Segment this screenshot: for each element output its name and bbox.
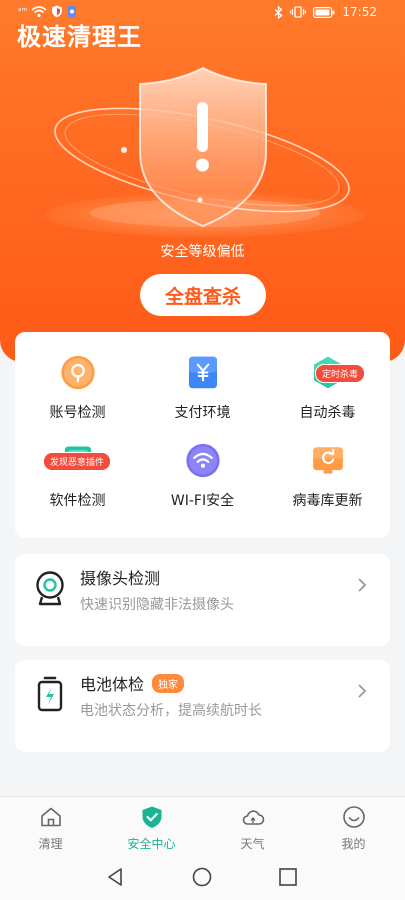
chevron-right-icon — [358, 578, 367, 592]
camera-card-title: 摄像头检测 — [80, 569, 161, 588]
feature-auto-antivirus[interactable]: 定时杀毒 自动杀毒 — [265, 332, 390, 422]
feature-label: 自动杀毒 — [299, 405, 356, 421]
malicious-plugin-badge: 发现恶意插件 — [43, 452, 112, 471]
feature-label: 支付环境 — [174, 405, 231, 421]
feature-label: 软件检测 — [49, 493, 106, 509]
vibrate-icon — [290, 6, 307, 18]
battery-check-card[interactable]: 电池体检 独家 电池状态分析，提高续航时长 — [15, 660, 390, 752]
clock: 17:52 — [342, 5, 377, 19]
tab-weather[interactable]: 天气 — [202, 805, 303, 852]
tab-label: 清理 — [38, 837, 63, 851]
tab-label: 安全中心 — [127, 837, 176, 851]
battery-status-icon — [313, 6, 335, 18]
camera-detection-card[interactable]: 摄像头检测 快速识别隐藏非法摄像头 — [15, 554, 390, 646]
shield-check-icon — [142, 806, 161, 828]
tab-label: 天气 — [240, 837, 265, 851]
recents-icon[interactable] — [277, 866, 299, 888]
wifi-icon — [185, 443, 220, 478]
signal-icon: ᵃᵐ — [18, 6, 28, 17]
battery-card-subtitle: 电池状态分析，提高续航时长 — [80, 703, 262, 719]
camera-icon — [36, 571, 64, 606]
security-level-text: 安全等级偏低 — [160, 244, 245, 260]
feature-label: WI-FI安全 — [170, 493, 235, 509]
tab-mine[interactable]: 我的 — [303, 805, 404, 852]
bottom-tab-bar: 清理 安全中心 天气 我的 — [0, 796, 405, 852]
wifi-status-icon — [31, 5, 47, 17]
full-scan-button[interactable]: 全盘查杀 — [140, 274, 266, 316]
hero-header: ᵃᵐ 17:52 极速清理王 安全等级偏低 全盘查杀 — [0, 0, 405, 362]
home-icon — [40, 807, 61, 827]
camera-card-subtitle: 快速识别隐藏非法摄像头 — [80, 597, 234, 613]
home-nav-icon[interactable] — [191, 866, 213, 888]
back-icon[interactable] — [104, 866, 126, 888]
app-title: 极速清理王 — [17, 23, 142, 51]
feature-grid: 账号检测 支付环境 定时杀毒 自动杀毒 发现恶意插件 软件检测 WI-FI安全 … — [15, 332, 390, 538]
yuan-icon — [188, 356, 217, 389]
tab-clean[interactable]: 清理 — [0, 805, 101, 852]
feature-virus-db-update[interactable]: 病毒库更新 — [265, 420, 390, 510]
feature-wifi-security[interactable]: WI-FI安全 — [140, 420, 265, 510]
refresh-monitor-icon — [312, 447, 343, 474]
smile-icon — [342, 806, 365, 828]
exclusive-badge: 独家 — [152, 674, 185, 693]
search-icon — [60, 355, 95, 390]
system-navigation-bar — [0, 852, 405, 900]
feature-label: 账号检测 — [49, 405, 106, 421]
battery-card-title-text: 电池体检 — [80, 675, 145, 694]
feature-payment-env[interactable]: 支付环境 — [140, 332, 265, 422]
bluetooth-icon — [274, 5, 283, 19]
timed-scan-badge: 定时杀毒 — [315, 364, 366, 383]
battery-card-title: 电池体检 独家 — [80, 671, 185, 695]
battery-icon — [37, 676, 63, 712]
tab-label: 我的 — [341, 837, 366, 851]
tab-security-center[interactable]: 安全中心 — [101, 805, 202, 852]
feature-account-check[interactable]: 账号检测 — [15, 332, 140, 422]
chevron-right-icon — [358, 684, 367, 698]
feature-label: 病毒库更新 — [292, 493, 363, 509]
warning-shield-icon — [45, 66, 365, 237]
feature-software-check[interactable]: 发现恶意插件 软件检测 — [15, 420, 140, 510]
cloud-icon — [242, 810, 264, 825]
